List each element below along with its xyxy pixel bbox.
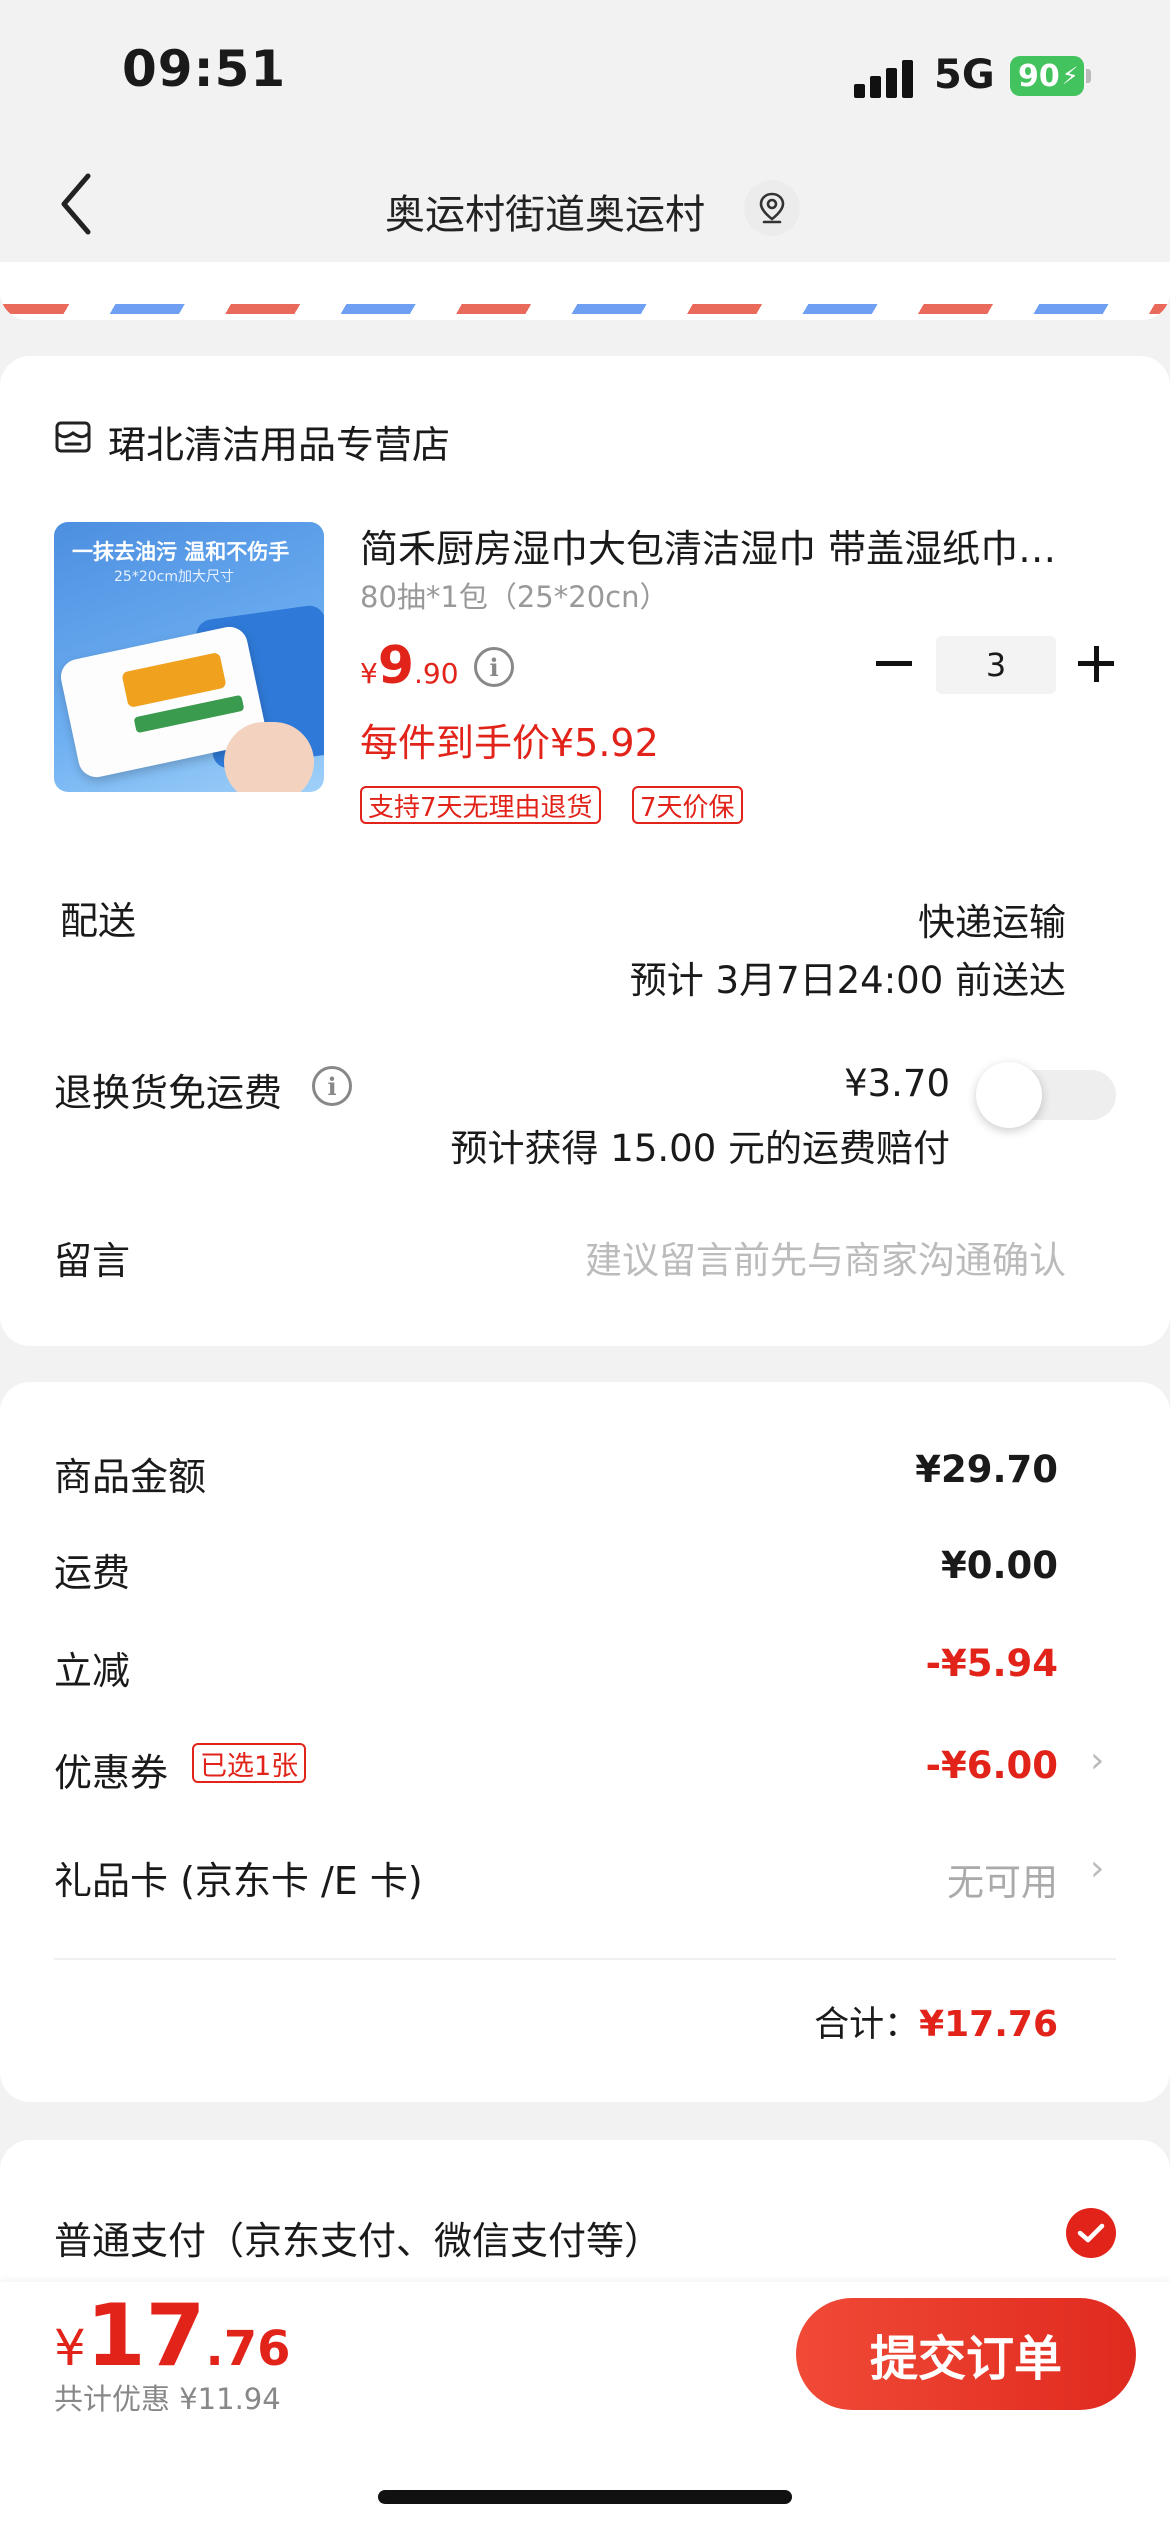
summary-divider bbox=[54, 1958, 1116, 1960]
store-icon bbox=[55, 421, 91, 453]
address-title[interactable]: 奥运村街道奥运村 bbox=[0, 182, 1090, 240]
unit-price: 每件到手价¥5.92 bbox=[360, 721, 659, 765]
coupon-value[interactable]: -¥6.00 bbox=[926, 1744, 1058, 1787]
total-row: 合计： ¥17.76 bbox=[814, 1996, 1058, 2047]
signal-icon bbox=[854, 58, 920, 98]
toggle-knob[interactable] bbox=[976, 1062, 1042, 1128]
plus-icon bbox=[1093, 646, 1099, 682]
location-button[interactable] bbox=[744, 180, 800, 236]
checkout-decimal: .76 bbox=[205, 2321, 291, 2377]
quantity-input[interactable]: 3 bbox=[936, 636, 1056, 694]
goods-amount-value: ¥29.70 bbox=[915, 1448, 1058, 1491]
price-decimal: .90 bbox=[414, 657, 459, 690]
product-spec: 80抽*1包（25*20cn） bbox=[360, 580, 669, 614]
checkout-integer: 17 bbox=[85, 2286, 206, 2386]
checkout-total: ¥ 17 .76 bbox=[54, 2286, 291, 2386]
goods-amount-label: 商品金额 bbox=[54, 1455, 207, 1499]
message-label: 留言 bbox=[54, 1239, 131, 1283]
product-image[interactable]: 一抹去油污 温和不伤手 25*20cm加大尺寸 bbox=[54, 522, 324, 792]
delivery-label: 配送 bbox=[60, 899, 137, 943]
return-shipping-label: 退换货免运费 bbox=[54, 1071, 283, 1115]
price-info-icon[interactable]: i bbox=[474, 647, 514, 687]
coupon-badge: 已选1张 bbox=[192, 1743, 307, 1783]
payment-method-label[interactable]: 普通支付（京东支付、微信支付等） bbox=[54, 2210, 662, 2265]
home-indicator[interactable] bbox=[378, 2490, 792, 2504]
decrease-quantity-button[interactable] bbox=[876, 661, 912, 666]
message-input[interactable]: 建议留言前先与商家沟通确认 bbox=[585, 1230, 1066, 1284]
discount-label: 立减 bbox=[54, 1649, 131, 1693]
product-title[interactable]: 简禾厨房湿巾大包清洁湿巾 带盖湿纸巾… bbox=[360, 518, 1100, 573]
total-savings: 共计优惠 ¥11.94 bbox=[54, 2382, 281, 2416]
tag-7day-return: 支持7天无理由退货 bbox=[360, 786, 601, 824]
coupon-chevron-icon[interactable]: › bbox=[1090, 1740, 1104, 1781]
network-type: 5G bbox=[934, 52, 995, 98]
delivery-method[interactable]: 快递运输 bbox=[918, 892, 1066, 946]
product-price: ¥ 9 .90 bbox=[360, 636, 459, 696]
product-image-headline: 一抹去油污 温和不伤手 bbox=[72, 540, 290, 564]
address-card-edge bbox=[0, 262, 1170, 320]
giftcard-chevron-icon[interactable]: › bbox=[1090, 1848, 1104, 1889]
product-image-subline: 25*20cm加大尺寸 bbox=[114, 569, 234, 585]
payment-selected-check-icon[interactable] bbox=[1066, 2208, 1116, 2258]
price-currency: ¥ bbox=[360, 657, 378, 690]
store-name[interactable]: 珺北清洁用品专营店 bbox=[108, 414, 450, 469]
location-pin-icon bbox=[759, 192, 785, 224]
checkout-currency: ¥ bbox=[54, 2319, 86, 2377]
tag-price-protect: 7天价保 bbox=[632, 786, 743, 824]
airmail-stripe bbox=[0, 304, 1170, 314]
order-card bbox=[0, 356, 1170, 1346]
return-shipping-info-icon[interactable]: i bbox=[312, 1066, 352, 1106]
return-shipping-price: ¥3.70 bbox=[844, 1062, 950, 1105]
status-time: 09:51 bbox=[122, 40, 287, 98]
return-shipping-note: 预计获得 15.00 元的运费赔付 bbox=[450, 1127, 950, 1170]
giftcard-value[interactable]: 无可用 bbox=[947, 1852, 1058, 1906]
battery-nub bbox=[1086, 69, 1091, 83]
submit-order-button[interactable]: 提交订单 bbox=[796, 2298, 1136, 2410]
battery-level: 90 bbox=[1018, 58, 1060, 94]
coupon-label[interactable]: 优惠券 bbox=[54, 1742, 168, 1797]
shipping-fee-label: 运费 bbox=[54, 1551, 131, 1595]
price-integer: 9 bbox=[377, 636, 415, 696]
total-value: ¥17.76 bbox=[919, 2004, 1058, 2045]
shipping-fee-value: ¥0.00 bbox=[940, 1544, 1058, 1587]
battery-icon: 90 ⚡ bbox=[1010, 56, 1084, 96]
giftcard-label[interactable]: 礼品卡 (京东卡 /E 卡) bbox=[54, 1850, 423, 1905]
discount-value: -¥5.94 bbox=[925, 1642, 1058, 1685]
delivery-eta: 预计 3月7日24:00 前送达 bbox=[629, 959, 1066, 1002]
total-label: 合计： bbox=[814, 2005, 920, 2045]
